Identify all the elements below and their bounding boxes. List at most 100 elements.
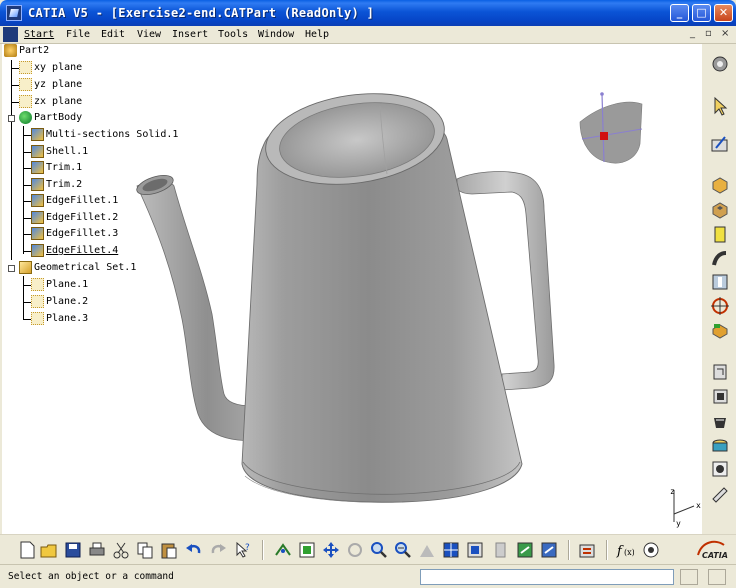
pocket-icon[interactable] [710, 199, 730, 219]
tree-node-edgefillet-1[interactable]: EdgeFillet.1 [31, 194, 118, 209]
thickness-icon[interactable] [710, 436, 730, 456]
rotate-icon[interactable] [346, 541, 364, 559]
pad-icon[interactable] [710, 174, 730, 194]
chamfer-icon[interactable] [710, 362, 730, 382]
swap-space-icon[interactable] [540, 541, 558, 559]
formula-icon[interactable]: f (x) [616, 541, 634, 559]
menu-help[interactable]: Help [305, 29, 329, 40]
sketcher-icon[interactable] [710, 54, 730, 74]
tree-node-xy-plane[interactable]: xy plane [19, 61, 82, 76]
tree-node-shell[interactable]: Shell.1 [31, 145, 88, 160]
plane-icon [31, 312, 44, 325]
tree-node-part2[interactable]: Part2 [4, 44, 49, 59]
save-icon[interactable] [64, 541, 82, 559]
knowledge-icon[interactable] [642, 541, 660, 559]
select-arrow-icon[interactable] [710, 96, 730, 116]
minimize-button[interactable]: _ [670, 4, 689, 22]
cancel-command-button[interactable] [708, 569, 726, 585]
tree-node-geometrical-set[interactable]: Geometrical Set.1 [19, 261, 136, 276]
svg-text:(x): (x) [624, 548, 634, 557]
tree-node-edgefillet-4[interactable]: EdgeFillet.4 [31, 244, 118, 259]
iso-view-icon[interactable] [466, 541, 484, 559]
menu-file[interactable]: File [66, 29, 90, 40]
tree-node-plane-2[interactable]: Plane.2 [31, 295, 88, 310]
title-bar: CATIA V5 - [Exercise2-end.CATPart (ReadO… [0, 0, 736, 26]
pan-icon[interactable] [322, 541, 340, 559]
multi-sections-solid-icon [31, 128, 44, 141]
menu-insert[interactable]: Insert [172, 29, 208, 40]
zoom-in-icon[interactable] [370, 541, 388, 559]
multi-view-icon[interactable] [442, 541, 460, 559]
tree-node-edgefillet-2[interactable]: EdgeFillet.2 [31, 211, 118, 226]
tree-node-multi-sections-solid[interactable]: Multi-sections Solid.1 [31, 128, 178, 143]
fillet-icon[interactable] [710, 319, 730, 339]
cut-icon[interactable] [112, 541, 130, 559]
power-input-button[interactable] [680, 569, 698, 585]
menu-view[interactable]: View [137, 29, 161, 40]
whats-this-icon[interactable]: ? [234, 541, 252, 559]
shaft-icon[interactable] [710, 224, 730, 244]
edge-fillet-icon [31, 227, 44, 240]
fit-all-icon[interactable] [298, 541, 316, 559]
catia-app-icon[interactable] [6, 5, 22, 21]
command-input[interactable] [420, 569, 674, 585]
menu-edit[interactable]: Edit [101, 29, 125, 40]
collapse-partbody-toggle[interactable] [8, 115, 15, 122]
copy-icon[interactable] [136, 541, 154, 559]
status-message: Select an object or a command [8, 571, 174, 582]
specification-tree: Part2 xy plane yz plane zx plane PartBod… [2, 44, 202, 334]
normal-view-icon[interactable] [418, 541, 436, 559]
right-toolbar [704, 44, 736, 534]
tree-node-trim-2[interactable]: Trim.2 [31, 178, 82, 193]
compass-widget[interactable] [579, 92, 643, 164]
update-icon[interactable] [578, 541, 596, 559]
close-button[interactable]: ✕ [714, 4, 733, 22]
trim-icon [31, 178, 44, 191]
draft-icon[interactable] [710, 386, 730, 406]
doc-minimize-button[interactable]: _ [690, 28, 695, 39]
tree-node-partbody[interactable]: PartBody [19, 111, 82, 126]
maximize-button[interactable]: □ [692, 4, 711, 22]
geometrical-set-icon [19, 261, 32, 274]
window-title: CATIA V5 - [Exercise2-end.CATPart (ReadO… [28, 6, 375, 20]
menu-window[interactable]: Window [258, 29, 294, 40]
axis-triad: z x y [670, 487, 701, 528]
hide-show-icon[interactable] [516, 541, 534, 559]
view-mode-icon[interactable] [492, 541, 510, 559]
menu-tools[interactable]: Tools [218, 29, 248, 40]
undo-icon[interactable] [184, 541, 202, 559]
menu-start[interactable]: Start [24, 29, 54, 40]
rib-icon[interactable] [710, 249, 730, 269]
tree-node-plane-3[interactable]: Plane.3 [31, 312, 88, 327]
hole-icon[interactable] [710, 272, 730, 292]
collapse-geoset-toggle[interactable] [8, 265, 15, 272]
zoom-out-icon[interactable] [394, 541, 412, 559]
print-icon[interactable] [88, 541, 106, 559]
svg-text:f: f [616, 544, 624, 559]
sketch-icon[interactable] [710, 134, 730, 154]
edge-fillet-icon [31, 244, 44, 257]
tree-node-edgefillet-3[interactable]: EdgeFillet.3 [31, 227, 118, 242]
tree-node-trim-1[interactable]: Trim.1 [31, 161, 82, 176]
point-icon[interactable] [710, 296, 730, 316]
document-icon[interactable] [3, 27, 18, 42]
catia-logo-text: CATIA [702, 551, 728, 560]
fly-icon[interactable] [274, 541, 292, 559]
menu-bar: Start File Edit View Insert Tools Window… [0, 26, 736, 44]
tree-node-yz-plane[interactable]: yz plane [19, 78, 82, 93]
boolean-icon[interactable] [710, 459, 730, 479]
redo-icon[interactable] [210, 541, 228, 559]
tree-node-plane-1[interactable]: Plane.1 [31, 278, 88, 293]
new-icon[interactable] [18, 541, 36, 559]
status-bar: Select an object or a command [0, 564, 736, 588]
tree-node-zx-plane[interactable]: zx plane [19, 95, 82, 110]
plane-icon [19, 61, 32, 74]
3d-viewport[interactable]: Part2 xy plane yz plane zx plane PartBod… [2, 44, 702, 534]
shell-icon[interactable] [710, 412, 730, 432]
doc-restore-button[interactable]: ▫ [705, 28, 712, 39]
paste-icon[interactable] [160, 541, 178, 559]
scale-icon[interactable] [710, 484, 730, 504]
plane-icon [19, 78, 32, 91]
doc-close-button[interactable]: × [721, 28, 729, 39]
open-icon[interactable] [40, 541, 58, 559]
